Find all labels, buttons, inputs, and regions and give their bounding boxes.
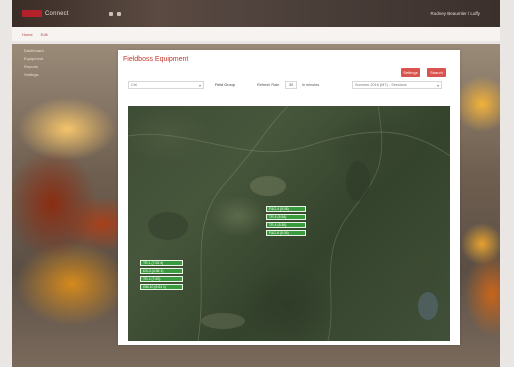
equipment-marker[interactable]: F&G-4 (5:36) [266, 206, 306, 212]
sidebar-item-settings[interactable]: Settings [24, 72, 44, 77]
nav-icons [108, 11, 121, 16]
sidebar-item-dashboard[interactable]: Dashboard [24, 48, 44, 53]
equipment-cluster: TR-1 (7:26 4) DS-3 (4:36 1) TR-2 (7:40) … [140, 260, 183, 292]
refresh-rate-label: Refresh Rate [257, 83, 280, 87]
sidebar-item-reports[interactable]: Reports [24, 64, 44, 69]
search-button[interactable]: Search [427, 68, 446, 77]
chevron-down-icon: ▾ [198, 83, 201, 88]
top-navbar: Connect Rodney Beaumler / Luffy [12, 0, 500, 27]
session-select[interactable]: Summer 2016 (MT) - Sessions ▾ [352, 81, 442, 89]
equipment-marker[interactable]: DS-3 (4:36 1) [140, 268, 183, 274]
equipment-marker[interactable]: TR-4 (5:36) [266, 222, 306, 228]
refresh-rate-input[interactable]: 30 [285, 81, 297, 89]
equipment-marker[interactable]: TR-5 (5:36) [266, 214, 306, 220]
equipment-marker[interactable]: TR-1 (7:26 4) [140, 260, 183, 266]
filter-toolbar: Ctrl ▾ Field Group Refresh Rate 30 in mi… [128, 80, 450, 90]
brand-mark-icon [22, 10, 42, 17]
sidebar-item-equipment[interactable]: Equipment [24, 56, 44, 61]
equipment-marker[interactable]: TR-2 (7:40) [140, 276, 183, 282]
brand-name: Connect [45, 10, 69, 17]
course-select[interactable]: Ctrl ▾ [128, 81, 204, 89]
breadcrumb-edit[interactable]: Edit [41, 32, 48, 37]
sidebar: Dashboard Equipment Reports Settings [24, 48, 44, 80]
notification-icon[interactable] [116, 11, 121, 16]
brand-logo[interactable]: Connect [22, 10, 69, 17]
breadcrumb-home[interactable]: Home [22, 32, 33, 37]
chevron-down-icon: ▾ [436, 83, 439, 88]
field-group-label: Field Group [215, 83, 235, 87]
refresh-units-label: in minutes [302, 83, 320, 87]
settings-button[interactable]: Settings [401, 68, 420, 77]
equipment-marker[interactable]: F&G-8 (5:36) [266, 230, 306, 236]
page-title: Fieldboss Equipment [123, 56, 189, 63]
session-select-value: Summer 2016 (MT) - Sessions [355, 83, 407, 87]
equipment-panel: Fieldboss Equipment Settings Search Ctrl… [118, 50, 460, 345]
equipment-marker[interactable]: GM-10 (6:54 1) [140, 284, 183, 290]
user-menu[interactable]: Rodney Beaumler / Luffy [431, 11, 480, 16]
course-select-value: Ctrl [131, 83, 137, 87]
breadcrumb: Home Edit [12, 27, 500, 41]
satellite-map[interactable]: F&G-4 (5:36) TR-5 (5:36) TR-4 (5:36) F&G… [128, 106, 450, 341]
equipment-cluster: F&G-4 (5:36) TR-5 (5:36) TR-4 (5:36) F&G… [266, 206, 306, 238]
menu-icon[interactable] [108, 11, 113, 16]
